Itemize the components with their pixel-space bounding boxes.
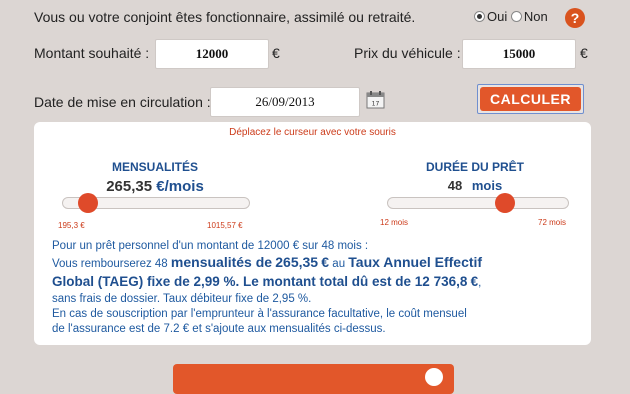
vehicle-price-currency: € — [580, 45, 588, 61]
summary-line-2: Vous rembourserez 48 mensualités de 265,… — [52, 254, 584, 273]
status-question-label: Vous ou votre conjoint êtes fonctionnair… — [34, 9, 416, 25]
summary-duration-text: € sur 48 — [292, 240, 335, 252]
summary-at-text: au — [332, 258, 346, 270]
help-icon[interactable]: ? — [565, 8, 585, 28]
amount-input[interactable]: 12000 — [155, 39, 269, 69]
vehicle-price-input[interactable]: 15000 — [462, 39, 576, 69]
duration-value: 48 — [447, 178, 463, 193]
amount-currency: € — [272, 45, 280, 61]
summary-line-1: Pour un prêt personnel d'un montant de 1… — [52, 239, 584, 254]
arrow-right-icon[interactable] — [425, 368, 443, 386]
calculate-button-frame[interactable]: CALCULER — [477, 84, 584, 114]
summary-line-4: sans frais de dossier. Taux débiteur fix… — [52, 293, 312, 305]
bottom-action-button[interactable] — [173, 364, 454, 394]
summary-line-6: de l'assurance est de 7.2 € et s'ajoute … — [52, 322, 584, 337]
circulation-date-input[interactable]: 26/09/2013 — [210, 87, 360, 117]
summary-repay-text: Vous rembourserez 48 — [52, 258, 168, 270]
summary-amount-text: Pour un prêt personnel d'un montant de 1… — [52, 240, 290, 252]
status-radio-group: Oui Non — [474, 9, 548, 24]
summary-insurance-end: € et s'ajoute aux mensualités ci-dessus. — [182, 323, 386, 335]
duration-slider-track[interactable] — [387, 197, 569, 209]
radio-no[interactable]: Non — [510, 9, 548, 24]
summary-total-currency: € — [470, 274, 479, 289]
summary-duration-unit: mois : — [337, 240, 369, 252]
duration-title: DURÉE DU PRÊT — [425, 160, 524, 174]
monthly-max-label: 1015,57 € — [207, 221, 243, 230]
monthly-title: MENSUALITÉS — [111, 160, 198, 174]
summary-monthly-value: 265,35 — [275, 254, 319, 270]
summary-line-5: En cas de souscription par l'emprunteur … — [52, 308, 467, 320]
amount-label: Montant souhaité : — [34, 45, 150, 61]
calendar-icon[interactable]: 17 — [366, 90, 385, 109]
duration-slider-handle[interactable] — [495, 193, 515, 213]
calculate-button[interactable]: CALCULER — [480, 87, 581, 111]
duration-min-label: 12 mois — [380, 218, 409, 227]
summary-monthly-label: mensualités de — [170, 254, 273, 270]
duration-unit: mois — [471, 178, 503, 193]
vehicle-price-label: Prix du véhicule : — [354, 45, 461, 61]
circulation-date-label: Date de mise en circulation : — [34, 94, 211, 110]
monthly-value: 265,35 — [106, 178, 153, 195]
monthly-min-label: 195,3 € — [58, 221, 85, 230]
summary-insurance-text: de l'assurance est de 7.2 — [52, 323, 180, 335]
radio-no-dot[interactable] — [510, 11, 522, 23]
svg-text:17: 17 — [372, 101, 380, 108]
radio-no-label[interactable]: Non — [524, 9, 548, 24]
duration-value-row: 48 mois — [400, 178, 550, 193]
slider-hint: Déplacez le curseur avec votre souris — [229, 127, 396, 138]
duration-max-label: 72 mois — [538, 218, 567, 227]
summary-text: Pour un prêt personnel d'un montant de 1… — [52, 239, 584, 337]
monthly-unit: €/mois — [156, 178, 204, 195]
radio-yes-dot[interactable] — [474, 11, 485, 23]
monthly-slider-handle[interactable] — [77, 193, 98, 213]
summary-total-text: Global (TAEG) fixe de 2,99 %. Le montant… — [52, 274, 468, 289]
summary-line-3: Global (TAEG) fixe de 2,99 %. Le montant… — [52, 273, 584, 292]
summary-total-comma: , — [478, 277, 482, 289]
summary-monthly-currency: € — [321, 254, 330, 270]
radio-yes-label[interactable]: Oui — [487, 9, 507, 24]
summary-taeg-label: Taux Annuel Effectif — [348, 254, 483, 270]
radio-yes[interactable]: Oui — [474, 9, 507, 24]
